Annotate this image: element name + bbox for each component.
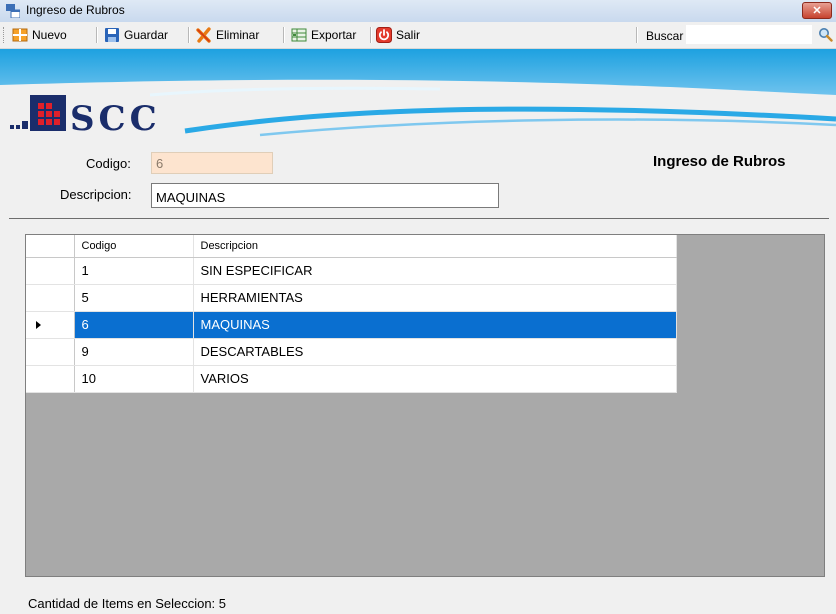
table-row[interactable]: 5 HERRAMIENTAS — [26, 284, 677, 312]
power-icon — [376, 27, 392, 43]
toolbar-grip[interactable] — [3, 27, 6, 43]
table-row[interactable]: 1 SIN ESPECIFICAR — [26, 257, 677, 285]
eliminar-label: Eliminar — [216, 28, 260, 42]
row-header-corner — [26, 235, 75, 258]
salir-button[interactable]: Salir — [376, 26, 420, 44]
buscar-label: Buscar — [646, 29, 684, 43]
cell-codigo[interactable]: 9 — [74, 338, 194, 366]
main-window: Ingreso de Rubros ✕ Nuevo Guardar Elimin… — [0, 0, 836, 614]
row-header[interactable] — [26, 311, 75, 339]
delete-x-icon — [196, 27, 211, 43]
toolbar-separator — [96, 27, 98, 43]
nuevo-label: Nuevo — [32, 28, 67, 42]
salir-label: Salir — [396, 28, 421, 42]
cell-codigo[interactable]: 5 — [74, 284, 194, 312]
close-button[interactable]: ✕ — [802, 2, 832, 19]
cell-descripcion[interactable]: MAQUINAS — [193, 311, 677, 339]
current-row-arrow-icon — [36, 320, 41, 329]
toolbar-separator — [188, 27, 190, 43]
nuevo-button[interactable]: Nuevo — [12, 26, 67, 44]
row-header[interactable] — [26, 284, 75, 312]
toolbar-separator — [370, 27, 372, 43]
search-icon[interactable] — [818, 27, 833, 42]
status-text: Cantidad de Items en Seleccion: 5 — [28, 596, 227, 611]
cell-descripcion[interactable]: VARIOS — [193, 365, 677, 393]
title-bar[interactable]: Ingreso de Rubros ✕ — [0, 0, 836, 23]
cell-descripcion[interactable]: HERRAMIENTAS — [193, 284, 677, 312]
table-row-selected[interactable]: 6 MAQUINAS — [26, 311, 677, 339]
window-title: Ingreso de Rubros — [26, 3, 125, 17]
column-header-codigo[interactable]: Codigo — [74, 235, 194, 258]
export-excel-icon — [291, 28, 307, 42]
divider — [9, 218, 829, 219]
codigo-label: Codigo: — [86, 156, 131, 171]
app-window-icon — [6, 4, 20, 18]
search-input[interactable] — [686, 25, 812, 44]
save-icon — [105, 28, 119, 42]
cell-codigo[interactable]: 10 — [74, 365, 194, 393]
row-header[interactable] — [26, 257, 75, 285]
toolbar-separator — [283, 27, 285, 43]
table-row[interactable]: 9 DESCARTABLES — [26, 338, 677, 366]
cell-descripcion[interactable]: SIN ESPECIFICAR — [193, 257, 677, 285]
descripcion-label: Descripcion: — [60, 187, 132, 202]
exportar-label: Exportar — [311, 28, 357, 42]
form-title: Ingreso de Rubros — [653, 153, 786, 170]
data-grid[interactable]: Codigo Descripcion 1 SIN ESPECIFICAR 5 H… — [25, 234, 825, 577]
row-header[interactable] — [26, 338, 75, 366]
cell-descripcion[interactable]: DESCARTABLES — [193, 338, 677, 366]
codigo-field[interactable] — [151, 152, 273, 174]
descripcion-field[interactable] — [151, 183, 499, 208]
table-row[interactable]: 10 VARIOS — [26, 365, 677, 393]
row-header[interactable] — [26, 365, 75, 393]
guardar-button[interactable]: Guardar — [104, 26, 168, 44]
exportar-button[interactable]: Exportar — [291, 26, 356, 44]
guardar-label: Guardar — [124, 28, 169, 42]
cell-codigo[interactable]: 1 — [74, 257, 194, 285]
column-header-descripcion[interactable]: Descripcion — [193, 235, 677, 258]
new-document-icon — [12, 28, 28, 42]
logo-text: SCC — [70, 99, 161, 139]
toolbar-separator — [636, 27, 638, 43]
company-banner: SCC — [0, 49, 836, 149]
toolbar: Nuevo Guardar Eliminar Exportar Salir Bu… — [0, 22, 836, 49]
cell-codigo[interactable]: 6 — [74, 311, 194, 339]
eliminar-button[interactable]: Eliminar — [196, 26, 259, 44]
grid-table: Codigo Descripcion 1 SIN ESPECIFICAR 5 H… — [26, 235, 677, 393]
